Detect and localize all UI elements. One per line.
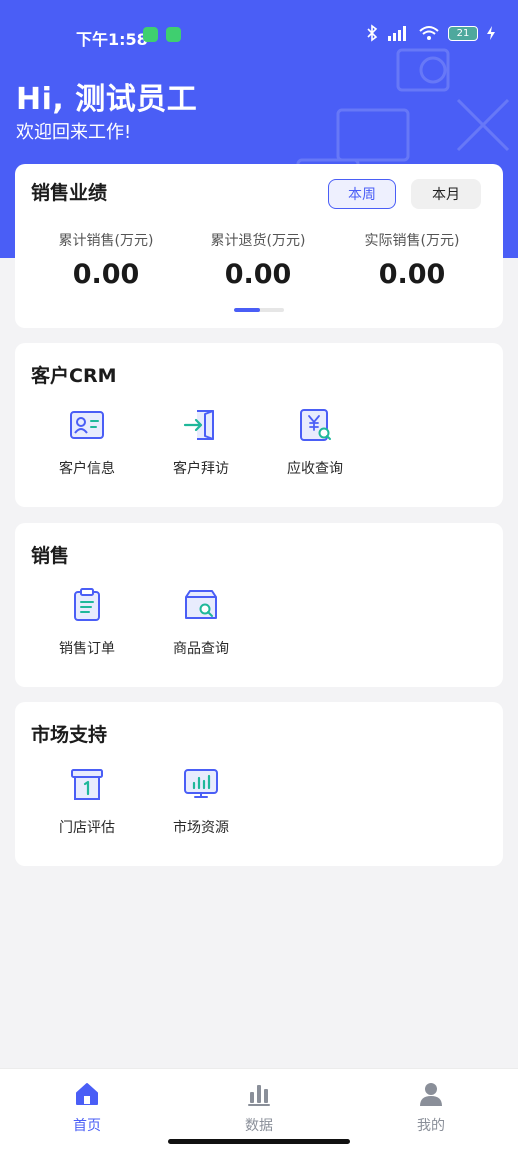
metric-label: 累计退货(万元) <box>210 233 306 249</box>
tile-label: 商品查询 <box>173 641 229 657</box>
product-search-icon <box>185 590 217 619</box>
tab-this-week[interactable]: 本周 <box>328 179 396 209</box>
customer-card-icon <box>70 411 104 439</box>
door-enter-icon <box>183 410 214 440</box>
tile-label: 门店评估 <box>59 820 115 836</box>
metric-value: 0.00 <box>378 259 446 290</box>
nav-item-data[interactable]: 数据 <box>209 1081 309 1135</box>
nav-label: 首页 <box>73 1118 101 1134</box>
metric-actual-sales: 实际销售(万元) 0.00 <box>337 230 487 290</box>
metric-value: 0.00 <box>72 259 140 290</box>
notification-app-icon <box>166 27 181 42</box>
home-icon <box>76 1083 98 1105</box>
tile-label: 应收查询 <box>287 461 343 477</box>
store-icon <box>71 769 103 800</box>
bar-chart-icon <box>248 1085 270 1106</box>
tile-product-query[interactable]: 商品查询 <box>151 585 251 658</box>
tile-label: 销售订单 <box>59 641 115 657</box>
market-support-card: 市场支持 门店评估 市场资源 <box>15 702 503 866</box>
nav-label: 我的 <box>417 1118 445 1134</box>
page-indicator-active <box>234 308 260 312</box>
battery-level: 21 <box>456 27 470 39</box>
tile-label: 市场资源 <box>173 820 229 836</box>
tab-this-month[interactable]: 本月 <box>411 179 481 209</box>
welcome-message: 欢迎回来工作! <box>16 122 132 143</box>
sales-card: 销售 销售订单 商品查询 <box>15 523 503 687</box>
charging-icon <box>487 26 495 40</box>
home-indicator-bar[interactable] <box>168 1139 350 1144</box>
monitor-chart-icon <box>184 769 218 798</box>
nav-item-home[interactable]: 首页 <box>37 1081 137 1135</box>
battery-icon: 21 <box>448 25 478 41</box>
card-title: 客户CRM <box>31 365 117 387</box>
receivable-search-icon <box>300 409 331 441</box>
crm-card: 客户CRM 客户信息 客户拜访 应收查询 <box>15 343 503 507</box>
tile-sales-order[interactable]: 销售订单 <box>37 585 137 658</box>
metric-label: 累计销售(万元) <box>58 233 154 249</box>
metric-cumulative-returns: 累计退货(万元) 0.00 <box>183 230 333 290</box>
sales-performance-card: 销售业绩 本周 本月 累计销售(万元) 0.00 累计退货(万元) 0.00 实… <box>15 164 503 328</box>
tile-label: 客户拜访 <box>173 461 229 477</box>
clipboard-icon <box>74 588 100 621</box>
metric-cumulative-sales: 累计销售(万元) 0.00 <box>31 230 181 290</box>
greeting: Hi, 测试员工 <box>16 82 198 117</box>
card-title: 销售业绩 <box>31 182 108 204</box>
status-bar: 下午1:58 21 <box>0 0 518 72</box>
tile-market-resources[interactable]: 市场资源 <box>151 764 251 837</box>
bluetooth-icon <box>367 24 378 42</box>
tile-customer-visit[interactable]: 客户拜访 <box>151 405 251 478</box>
tile-label: 客户信息 <box>59 461 115 477</box>
notification-app-icon <box>143 27 158 42</box>
nav-label: 数据 <box>245 1118 273 1134</box>
card-title: 销售 <box>31 545 70 567</box>
card-title: 市场支持 <box>31 724 108 746</box>
tile-store-evaluation[interactable]: 门店评估 <box>37 764 137 837</box>
page-indicator <box>234 308 284 312</box>
wifi-icon <box>419 26 439 40</box>
signal-icon <box>388 26 406 41</box>
user-icon <box>420 1083 442 1106</box>
metric-value: 0.00 <box>224 259 292 290</box>
status-time: 下午1:58 <box>76 30 148 49</box>
tile-customer-info[interactable]: 客户信息 <box>37 405 137 478</box>
nav-item-mine[interactable]: 我的 <box>381 1081 481 1135</box>
tile-receivable-query[interactable]: 应收查询 <box>265 405 365 478</box>
metric-label: 实际销售(万元) <box>364 233 460 249</box>
